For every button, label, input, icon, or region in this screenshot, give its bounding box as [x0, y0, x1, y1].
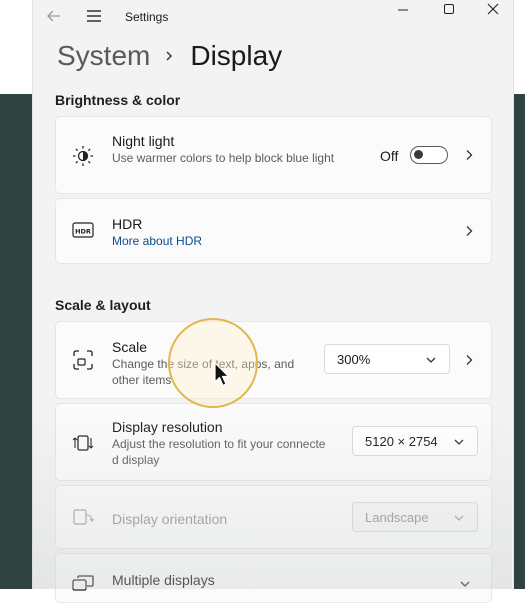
maximize-icon[interactable]: [427, 0, 471, 32]
scale-icon: [73, 350, 93, 370]
resolution-value: 5120 × 2754: [365, 434, 438, 449]
section-brightness-color: Brightness & color: [55, 92, 181, 108]
chevron-down-icon[interactable]: [459, 578, 471, 590]
resolution-dropdown[interactable]: 5120 × 2754: [352, 426, 478, 456]
close-icon[interactable]: [471, 0, 515, 32]
night-light-toggle-state: Off: [380, 148, 399, 164]
night-light-card[interactable]: Night light Use warmer colors to help bl…: [55, 116, 492, 194]
display-resolution-card[interactable]: Display resolution Adjust the resolution…: [55, 403, 492, 481]
section-scale-layout: Scale & layout: [55, 297, 151, 313]
hdr-icon: HDR: [72, 222, 94, 238]
display-orientation-title: Display orientation: [112, 511, 228, 527]
night-light-description: Use warmer colors to help block blue lig…: [112, 151, 335, 165]
hdr-card[interactable]: HDR HDR More about HDR: [55, 198, 492, 264]
multiple-displays-icon: [72, 575, 94, 591]
night-light-title: Night light: [112, 133, 175, 149]
display-orientation-card: Display orientation Landscape: [55, 485, 492, 549]
chevron-right-icon[interactable]: [463, 354, 475, 366]
chevron-right-icon[interactable]: [463, 149, 475, 161]
scale-dropdown[interactable]: 300%: [324, 344, 450, 374]
back-arrow-icon[interactable]: [45, 7, 63, 25]
multiple-displays-card[interactable]: Multiple displays: [55, 553, 492, 603]
resolution-icon: [72, 435, 94, 451]
scale-value: 300%: [337, 352, 371, 367]
window-title: Settings: [125, 10, 169, 24]
chevron-down-icon: [426, 357, 436, 363]
night-light-toggle[interactable]: [410, 146, 448, 164]
multiple-displays-title: Multiple displays: [112, 572, 215, 588]
hdr-title: HDR: [112, 216, 143, 232]
display-resolution-description: Adjust the resolution to fit your connec…: [112, 437, 326, 467]
svg-text:HDR: HDR: [75, 228, 91, 236]
scale-card[interactable]: Scale Change the size of text, apps, and…: [55, 321, 492, 399]
orientation-value: Landscape: [365, 510, 429, 525]
display-resolution-title: Display resolution: [112, 419, 223, 435]
more-about-hdr-link[interactable]: More about HDR: [112, 233, 202, 249]
night-light-icon: [73, 146, 93, 166]
toggle-knob: [414, 150, 423, 159]
title-bar: Settings: [33, 0, 513, 32]
settings-window: Settings System Display Brightness & col…: [32, 0, 514, 603]
minimize-icon[interactable]: [381, 0, 425, 32]
breadcrumb: System Display: [57, 38, 282, 74]
chevron-down-icon: [454, 439, 464, 445]
chevron-down-icon: [454, 515, 464, 521]
orientation-dropdown: Landscape: [352, 502, 478, 532]
chevron-right-icon[interactable]: [463, 225, 475, 237]
breadcrumb-system[interactable]: System: [57, 40, 150, 72]
breadcrumb-chevron-icon: [166, 51, 173, 61]
mouse-pointer-icon: [214, 362, 230, 387]
hamburger-menu-icon[interactable]: [85, 8, 103, 24]
orientation-icon: [73, 509, 94, 525]
page-title: Display: [190, 40, 283, 71]
